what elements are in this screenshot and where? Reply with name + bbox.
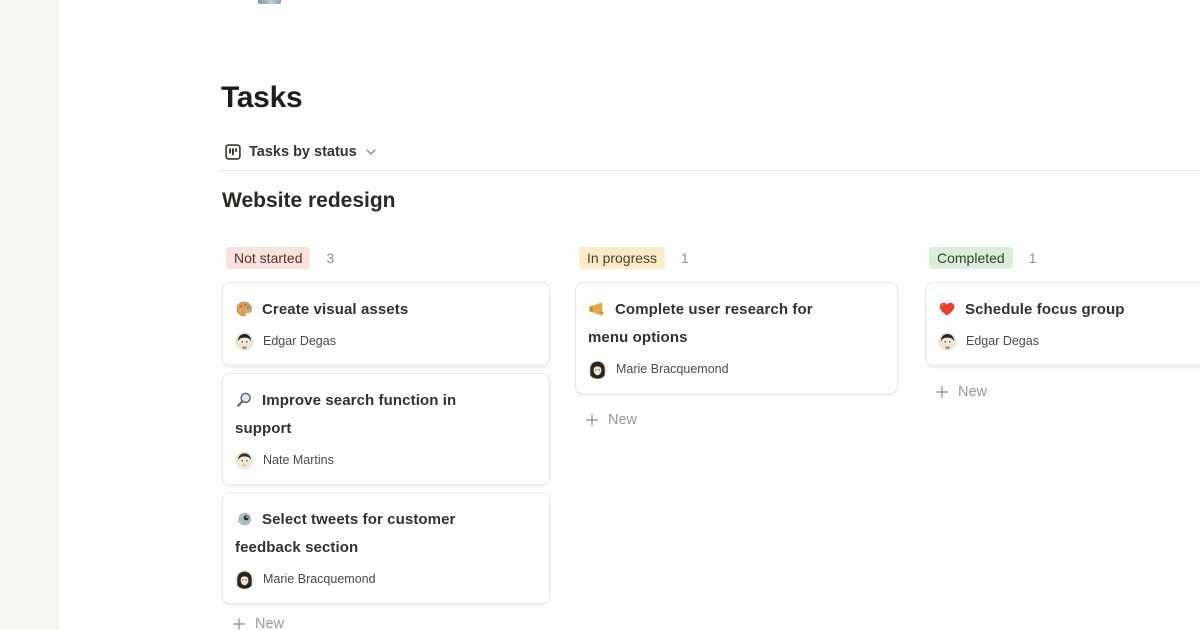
page-title[interactable]: Tasks: [221, 81, 302, 115]
divider: [218, 170, 1200, 171]
plus-icon: [585, 413, 599, 427]
avatar-edgar-degas: [938, 332, 957, 351]
new-card-label: New: [958, 384, 987, 400]
card-title-text: Schedule focus group: [965, 301, 1125, 318]
column-count: 1: [1029, 250, 1037, 266]
sidebar: [0, 0, 58, 630]
column-header: Completed 1: [929, 246, 1200, 270]
card-title: Schedule focus group: [938, 296, 1200, 324]
assignee-name: Marie Bracquemond: [263, 572, 376, 586]
avatar-marie-bracquemond: [588, 360, 607, 379]
new-card-label: New: [608, 412, 637, 428]
task-card[interactable]: Schedule focus group Edgar Degas: [925, 282, 1200, 366]
card-title-text: Create visual assets: [262, 301, 408, 318]
avatar-edgar-degas: [235, 332, 254, 351]
plus-icon: [232, 617, 246, 630]
status-badge[interactable]: In progress: [579, 247, 665, 269]
card-assignee: Edgar Degas: [938, 330, 1200, 352]
card-title: Improve search function in support: [235, 387, 537, 443]
task-card[interactable]: Select tweets for customer feedback sect…: [222, 492, 550, 604]
card-title: Create visual assets: [235, 296, 537, 324]
card-title-text: Complete user research for menu options: [588, 301, 813, 346]
assignee-name: Edgar Degas: [966, 334, 1039, 348]
plus-icon: [935, 385, 949, 399]
task-card[interactable]: Improve search function in support: [222, 373, 550, 485]
status-badge[interactable]: Not started: [226, 247, 310, 269]
palette-icon: [235, 300, 253, 318]
card-title: Complete user research for menu options: [588, 296, 885, 352]
column-header: Not started 3: [226, 246, 550, 270]
status-badge[interactable]: Completed: [929, 247, 1013, 269]
column-count: 1: [681, 250, 689, 266]
avatar-marie-bracquemond: [235, 570, 254, 589]
board-title[interactable]: Website redesign: [222, 189, 396, 213]
card-title-text: Improve search function in support: [235, 392, 456, 437]
column-count: 3: [326, 250, 334, 266]
column-not-started: Not started 3 Create visual assets: [222, 246, 550, 630]
column-in-progress: In progress 1 Complete user research for…: [575, 246, 898, 433]
view-switcher[interactable]: Tasks by status: [225, 139, 377, 164]
assignee-name: Edgar Degas: [263, 334, 336, 348]
card-title-text: Select tweets for customer feedback sect…: [235, 511, 456, 556]
assignee-name: Marie Bracquemond: [616, 362, 729, 376]
magnifying-glass-icon: [235, 391, 253, 409]
assignee-name: Nate Martins: [263, 453, 334, 467]
page-icon-partial: [258, 0, 281, 4]
card-assignee: Edgar Degas: [235, 330, 537, 352]
task-card[interactable]: Create visual assets Edgar Degas: [222, 282, 550, 366]
board-view-icon: [225, 144, 241, 160]
column-completed: Completed 1 Schedule focus group: [925, 246, 1200, 405]
new-card-button[interactable]: New: [935, 379, 1200, 405]
view-switcher-label: Tasks by status: [249, 144, 357, 160]
card-assignee: Marie Bracquemond: [235, 568, 537, 590]
new-card-button[interactable]: New: [232, 611, 550, 630]
new-card-button[interactable]: New: [585, 407, 898, 433]
card-title: Select tweets for customer feedback sect…: [235, 506, 537, 562]
column-header: In progress 1: [579, 246, 898, 270]
card-assignee: Marie Bracquemond: [588, 358, 885, 380]
megaphone-icon: [588, 300, 606, 318]
heart-icon: [938, 300, 956, 318]
card-assignee: Nate Martins: [235, 449, 537, 471]
chevron-down-icon: [365, 146, 377, 158]
avatar-nate-martins: [235, 451, 254, 470]
task-card[interactable]: Complete user research for menu options: [575, 282, 898, 394]
bird-icon: [235, 510, 253, 528]
new-card-label: New: [255, 616, 284, 630]
